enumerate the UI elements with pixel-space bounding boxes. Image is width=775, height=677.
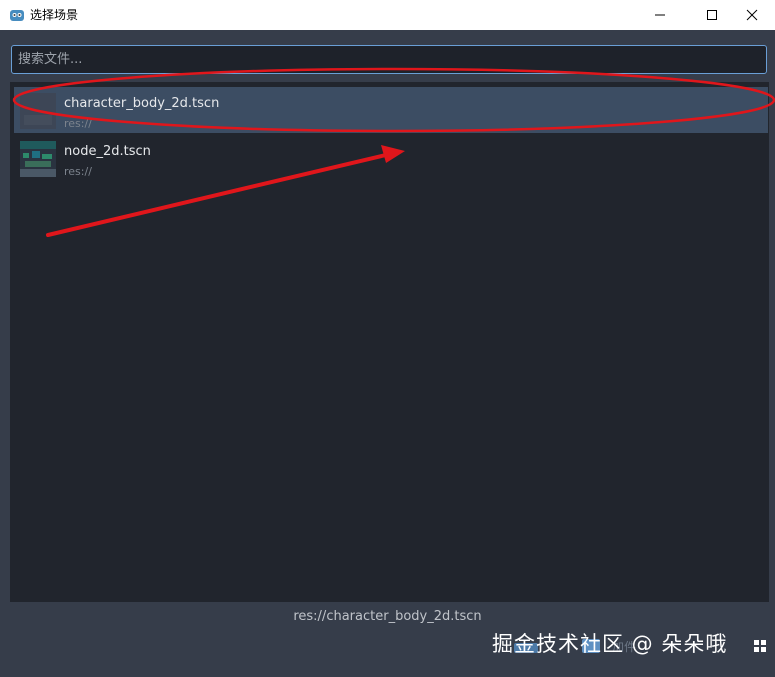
title-bar: 选择场景	[0, 0, 775, 30]
selected-path-label: res://character_body_2d.tscn	[293, 609, 482, 624]
minimize-button[interactable]	[637, 0, 683, 30]
maximize-icon	[707, 10, 717, 20]
search-input[interactable]	[11, 45, 767, 74]
file-item-node-2d[interactable]: node_2d.tscn res://	[14, 135, 768, 181]
file-name: character_body_2d.tscn	[64, 96, 220, 111]
file-path: res://	[64, 117, 92, 130]
close-button[interactable]	[729, 0, 775, 30]
scene-thumbnail	[20, 141, 56, 177]
file-item-character-body-2d[interactable]: character_body_2d.tscn res://	[14, 87, 768, 133]
scene-thumbnail	[20, 93, 56, 129]
file-list: character_body_2d.tscn res:// node_2d.ts…	[10, 82, 769, 602]
godot-icon	[10, 10, 24, 21]
grid-icon	[754, 640, 766, 652]
close-icon	[746, 9, 758, 21]
file-path: res://	[64, 165, 92, 178]
file-name: node_2d.tscn	[64, 144, 151, 159]
watermark-text: 掘金技术社区 @ 朵朵哦	[492, 632, 728, 656]
window-title: 选择场景	[30, 8, 79, 22]
minimize-icon	[655, 14, 665, 16]
